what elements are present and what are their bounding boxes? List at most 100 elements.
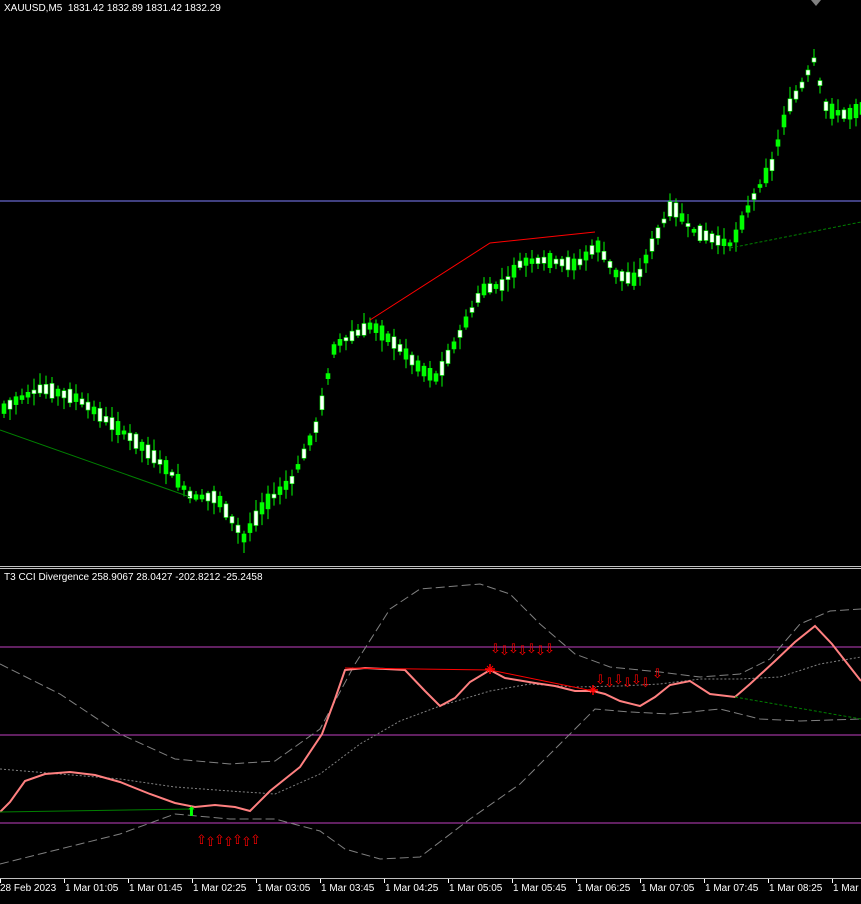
candle (211, 485, 217, 515)
candle-body (481, 283, 487, 296)
candle-body (403, 348, 409, 360)
candle-body (691, 228, 697, 233)
candle-body (247, 523, 253, 533)
candle-body (331, 344, 337, 355)
candle-body (79, 398, 85, 405)
candle (703, 222, 709, 244)
candle-body (271, 493, 277, 499)
time-tick-label: 1 Mar 04:25 (385, 883, 439, 894)
candle (601, 241, 607, 263)
candle-body (763, 167, 769, 184)
signal-line (0, 656, 861, 795)
candle (391, 328, 397, 361)
candle (235, 517, 241, 544)
candle (841, 107, 847, 122)
candle (691, 227, 697, 237)
candle (109, 406, 115, 442)
sell-arrow-icon: ⇩ (640, 676, 651, 691)
candle-body (1, 403, 7, 414)
candle (409, 351, 415, 375)
buy-arrow-outline-icon: ⇧ (250, 833, 261, 848)
candle-body (355, 329, 361, 336)
candle (379, 319, 385, 352)
candle-body (385, 333, 391, 343)
candle-body (25, 391, 31, 398)
candle-body (523, 257, 529, 266)
candle (103, 406, 109, 426)
projected-divergence-line (729, 221, 861, 249)
candle (289, 469, 295, 496)
indicator-pane[interactable]: T3 CCI Divergence 258.9067 28.0427 -202.… (0, 568, 861, 878)
candle (49, 376, 55, 403)
candle (829, 97, 835, 126)
time-tick-label: 1 Mar 0 (833, 883, 861, 894)
candle-body (661, 218, 667, 224)
candle (493, 281, 499, 294)
candle (481, 277, 487, 298)
candle (151, 439, 157, 468)
candle (127, 424, 133, 451)
candle (637, 258, 643, 286)
candle-body (637, 268, 643, 278)
candle (37, 373, 43, 398)
candle-body (643, 254, 649, 264)
candle-body (421, 365, 427, 377)
candle (175, 463, 181, 491)
candle (331, 341, 337, 358)
candle-body (583, 251, 589, 261)
candle (775, 129, 781, 156)
bearish-divergence-line (369, 231, 596, 321)
candle (277, 477, 283, 505)
candle (91, 400, 97, 421)
candle (571, 253, 577, 280)
candle (679, 203, 685, 225)
candle (817, 77, 823, 94)
candle-body (319, 395, 325, 411)
candle (619, 269, 625, 291)
candle (457, 324, 463, 350)
cci-divergence-chart[interactable]: ⇩⇩⇩⇩⇩⇩⇩⇩⇩⇩⇩⇩⇩⇩⇧⇧⇧⇧⇧⇧⇧⬆ (0, 569, 861, 878)
candle-body (805, 69, 811, 76)
candle (625, 262, 631, 287)
candle (487, 276, 493, 295)
candle (823, 98, 829, 119)
candle-body (841, 109, 847, 119)
candle-body (49, 383, 55, 399)
candle (25, 384, 31, 405)
candle (499, 267, 505, 302)
candle-body (511, 264, 517, 278)
candle (589, 239, 595, 259)
candle-body (817, 80, 823, 86)
candle-body (397, 344, 403, 352)
candle-body (31, 389, 37, 394)
candle (559, 256, 565, 273)
candle (259, 492, 265, 526)
candle-body (283, 480, 289, 490)
price-chart-pane[interactable]: XAUUSD,M5 1831.42 1832.89 1831.42 1832.2… (0, 0, 861, 567)
candle-body (151, 450, 157, 464)
candle-body (169, 471, 175, 476)
candle-body (61, 390, 67, 399)
candle-body (103, 416, 109, 423)
candle-body (253, 510, 259, 526)
candle-body (313, 421, 319, 433)
candlestick-chart[interactable] (0, 0, 861, 566)
candle-body (673, 202, 679, 218)
candle (7, 397, 13, 420)
candle (115, 411, 121, 444)
candle (427, 361, 433, 388)
candle-body (37, 384, 43, 394)
candle-body (475, 293, 481, 303)
candle (655, 224, 661, 245)
candle (301, 443, 307, 461)
candle (799, 77, 805, 92)
candle (643, 249, 649, 273)
candle-body (619, 271, 625, 282)
candle (595, 236, 601, 262)
candle-body (427, 368, 433, 381)
candle (247, 512, 253, 542)
candle-body (559, 258, 565, 267)
candle (361, 313, 367, 338)
bearish-divergence-line (344, 667, 594, 692)
candle (169, 469, 175, 478)
